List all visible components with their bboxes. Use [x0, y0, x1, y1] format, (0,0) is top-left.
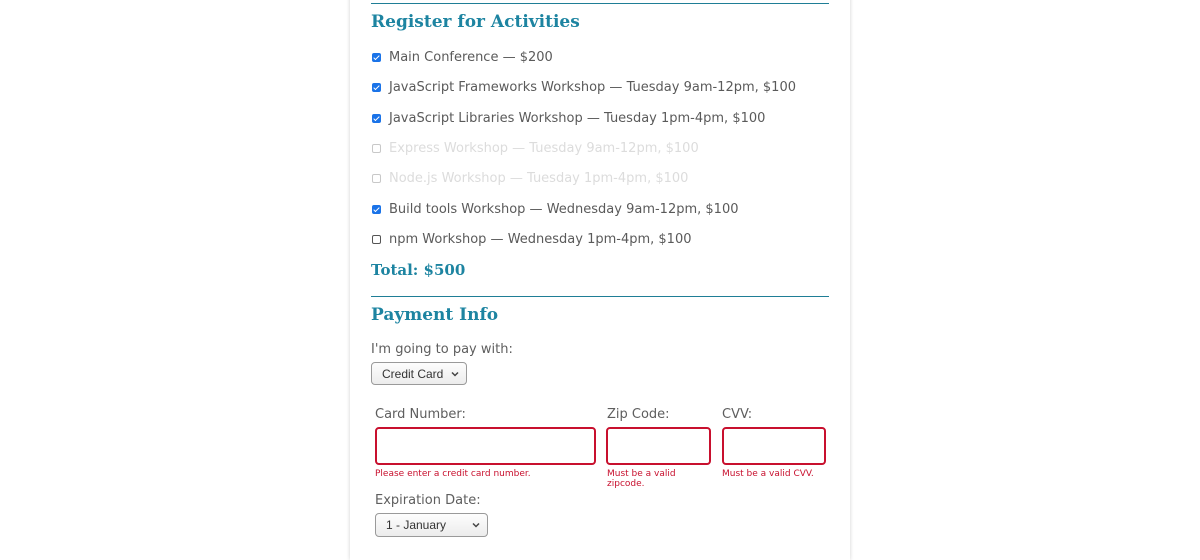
cvv-label: CVV: — [722, 407, 753, 422]
activity-label: JavaScript Libraries Workshop — Tuesday … — [389, 110, 766, 126]
activity-label: Main Conference — $200 — [389, 49, 553, 65]
activity-express: Express Workshop — Tuesday 9am-12pm, $10… — [372, 140, 699, 156]
chevron-down-icon — [451, 371, 459, 377]
activity-label: npm Workshop — Wednesday 1pm-4pm, $100 — [389, 231, 692, 247]
activity-main-conference[interactable]: Main Conference — $200 — [372, 49, 553, 65]
card-number-label: Card Number: — [375, 407, 466, 422]
checkbox[interactable] — [372, 82, 381, 92]
activity-label: Express Workshop — Tuesday 9am-12pm, $10… — [389, 140, 699, 156]
activity-js-libraries[interactable]: JavaScript Libraries Workshop — Tuesday … — [372, 110, 765, 126]
activities-heading: Register for Activities — [371, 12, 580, 32]
section-divider-top — [371, 3, 829, 4]
activity-npm[interactable]: npm Workshop — Wednesday 1pm-4pm, $100 — [372, 231, 692, 247]
checkbox[interactable] — [372, 204, 381, 214]
card-number-input[interactable] — [375, 427, 596, 465]
checkbox — [372, 143, 381, 153]
cvv-error: Must be a valid CVV. — [722, 469, 814, 479]
payment-method-value: Credit Card — [382, 366, 444, 381]
card-number-error: Please enter a credit card number. — [375, 469, 531, 479]
chevron-down-icon — [472, 522, 480, 528]
zip-code-error: Must be a valid zipcode. — [607, 469, 676, 489]
checkbox[interactable] — [372, 52, 381, 62]
expiration-month-select[interactable]: 1 - January — [375, 513, 488, 537]
activity-label: JavaScript Frameworks Workshop — Tuesday… — [389, 79, 796, 95]
expiration-date-label: Expiration Date: — [375, 493, 481, 508]
zip-code-label: Zip Code: — [607, 407, 670, 422]
payment-method-label: I'm going to pay with: — [371, 342, 513, 357]
activities-total: Total: $500 — [371, 261, 466, 279]
activity-js-frameworks[interactable]: JavaScript Frameworks Workshop — Tuesday… — [372, 79, 796, 95]
checkbox[interactable] — [372, 113, 381, 123]
payment-heading: Payment Info — [371, 305, 499, 325]
payment-method-select[interactable]: Credit Card — [371, 362, 467, 385]
activity-label: Node.js Workshop — Tuesday 1pm-4pm, $100 — [389, 170, 689, 186]
checkbox — [372, 173, 381, 183]
checkbox[interactable] — [372, 234, 381, 244]
activity-build-tools[interactable]: Build tools Workshop — Wednesday 9am-12p… — [372, 201, 738, 217]
section-divider — [371, 296, 829, 297]
cvv-input[interactable] — [722, 427, 826, 465]
expiration-month-value: 1 - January — [386, 518, 447, 532]
activity-nodejs: Node.js Workshop — Tuesday 1pm-4pm, $100 — [372, 170, 688, 186]
activity-label: Build tools Workshop — Wednesday 9am-12p… — [389, 201, 739, 217]
zip-code-input[interactable] — [606, 427, 711, 465]
